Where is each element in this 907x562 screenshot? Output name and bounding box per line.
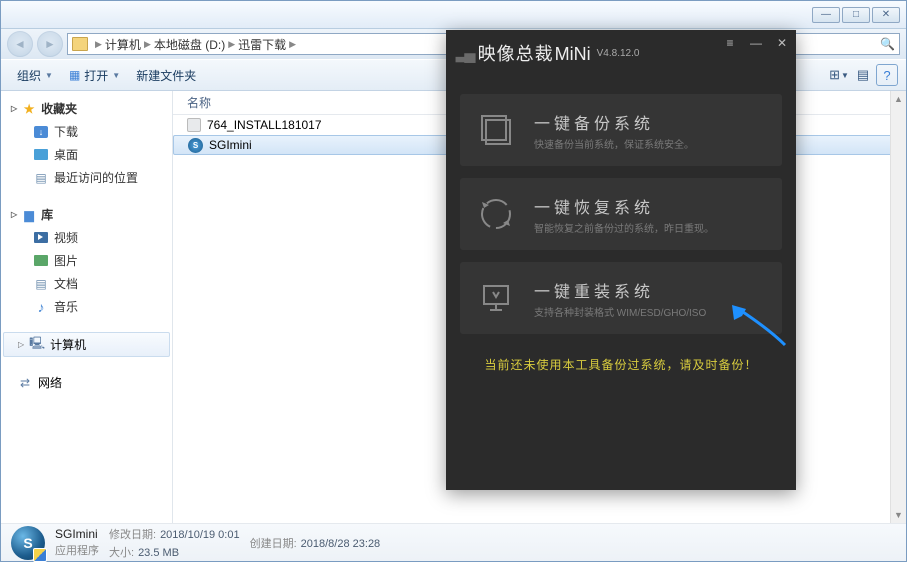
sgi-backup-option[interactable]: 一键备份系统 快速备份当前系统，保证系统安全。 (460, 94, 782, 166)
sgi-restore-desc: 智能恢复之前备份过的系统，昨日重现。 (534, 220, 768, 235)
details-size-value: 23.5 MB (138, 547, 179, 559)
nav-network[interactable]: ⇄网络 (3, 371, 170, 394)
sgi-version: V4.8.12.0 (597, 48, 640, 59)
nav-forward-button[interactable]: ► (37, 31, 63, 57)
sgi-warning-text: 当前还未使用本工具备份过系统，请及时备份！ (446, 356, 796, 373)
new-folder-button[interactable]: 新建文件夹 (128, 63, 204, 88)
sgi-minimize-button[interactable]: — (748, 36, 764, 50)
details-mod-value: 2018/10/19 0:01 (160, 529, 240, 541)
favorites-header[interactable]: ▷★收藏夹 (3, 97, 170, 120)
help-button[interactable]: ? (876, 64, 898, 86)
vertical-scrollbar[interactable]: ▲ ▼ (890, 91, 906, 523)
nav-downloads[interactable]: ↓下载 (3, 120, 170, 143)
file-name: 764_INSTALL181017 (207, 118, 322, 132)
reinstall-icon (474, 276, 518, 320)
close-button[interactable]: ✕ (872, 7, 900, 23)
sgi-titlebar[interactable]: ▂▄ 映像总裁MiNi V4.8.12.0 ≡ — ✕ (446, 30, 796, 76)
file-name: SGImini (209, 138, 252, 152)
sgi-restore-title: 一键恢复系统 (534, 194, 768, 218)
star-icon: ★ (21, 102, 37, 116)
details-created-value: 2018/8/28 23:28 (301, 538, 381, 550)
sgi-backup-desc: 快速备份当前系统，保证系统安全。 (534, 136, 768, 151)
sgi-restore-option[interactable]: 一键恢复系统 智能恢复之前备份过的系统，昨日重现。 (460, 178, 782, 250)
scroll-down-button[interactable]: ▼ (891, 507, 906, 523)
crumb-computer[interactable]: 计算机 (105, 36, 141, 53)
video-icon (34, 232, 48, 243)
details-created-label: 创建日期: (250, 538, 297, 550)
view-options-button[interactable]: ⊞▼ (828, 64, 850, 86)
nav-music[interactable]: ♪音乐 (3, 295, 170, 318)
shield-icon (33, 548, 47, 562)
folder-icon (72, 37, 88, 51)
nav-computer[interactable]: ▷🖳计算机 (3, 332, 170, 357)
open-button[interactable]: ▦打开▼ (61, 63, 128, 88)
sgi-logo-icon: ▂▄ (456, 43, 472, 63)
details-app-icon: S (11, 526, 45, 560)
details-filetype: 应用程序 (55, 542, 99, 558)
details-filename: SGImini (55, 527, 99, 541)
document-icon: ▤ (33, 277, 49, 291)
network-icon: ⇄ (17, 376, 33, 390)
libraries-header[interactable]: ▷▆库 (3, 203, 170, 226)
desktop-icon (34, 149, 48, 160)
titlebar: — □ ✕ (1, 1, 906, 29)
preview-pane-button[interactable]: ▤ (852, 64, 874, 86)
details-mod-label: 修改日期: (109, 529, 156, 541)
nav-desktop[interactable]: 桌面 (3, 143, 170, 166)
sgi-close-button[interactable]: ✕ (774, 36, 790, 50)
recent-icon: ▤ (33, 171, 49, 185)
scroll-up-button[interactable]: ▲ (891, 91, 906, 107)
search-icon: 🔍 (880, 37, 895, 51)
sgi-backup-title: 一键备份系统 (534, 110, 768, 134)
nav-documents[interactable]: ▤文档 (3, 272, 170, 295)
sgi-reinstall-title: 一键重装系统 (534, 278, 768, 302)
organize-menu[interactable]: 组织▼ (9, 63, 61, 88)
backup-icon (474, 108, 518, 152)
restore-icon (474, 192, 518, 236)
nav-pictures[interactable]: 图片 (3, 249, 170, 272)
sgi-menu-button[interactable]: ≡ (722, 36, 738, 50)
download-icon: ↓ (34, 126, 48, 138)
maximize-button[interactable]: □ (842, 7, 870, 23)
sgi-reinstall-desc: 支持各种封装格式 WIM/ESD/GHO/ISO (534, 304, 768, 319)
nav-videos[interactable]: 视频 (3, 226, 170, 249)
nav-recent[interactable]: ▤最近访问的位置 (3, 166, 170, 189)
navigation-pane: ▷★收藏夹 ↓下载 桌面 ▤最近访问的位置 ▷▆库 视频 图片 ▤文档 ♪音乐 … (1, 91, 173, 523)
crumb-drive[interactable]: 本地磁盘 (D:) (154, 36, 225, 53)
library-icon: ▆ (21, 208, 37, 222)
crumb-folder[interactable]: 迅雷下载 (238, 36, 286, 53)
music-icon: ♪ (33, 300, 49, 314)
nav-back-button[interactable]: ◄ (7, 31, 33, 57)
sgi-reinstall-option[interactable]: 一键重装系统 支持各种封装格式 WIM/ESD/GHO/ISO (460, 262, 782, 334)
iso-file-icon (187, 118, 201, 132)
sgi-app-window: ▂▄ 映像总裁MiNi V4.8.12.0 ≡ — ✕ 一键备份系统 快速备份当… (446, 30, 796, 490)
picture-icon (34, 255, 48, 266)
computer-icon: 🖳 (29, 338, 45, 352)
exe-file-icon: S (188, 138, 203, 153)
details-size-label: 大小: (109, 547, 134, 559)
sgi-app-name: 映像总裁MiNi (478, 40, 591, 66)
minimize-button[interactable]: — (812, 7, 840, 23)
details-pane: S SGImini 应用程序 修改日期: 2018/10/19 0:01 大小: 2… (1, 523, 906, 561)
